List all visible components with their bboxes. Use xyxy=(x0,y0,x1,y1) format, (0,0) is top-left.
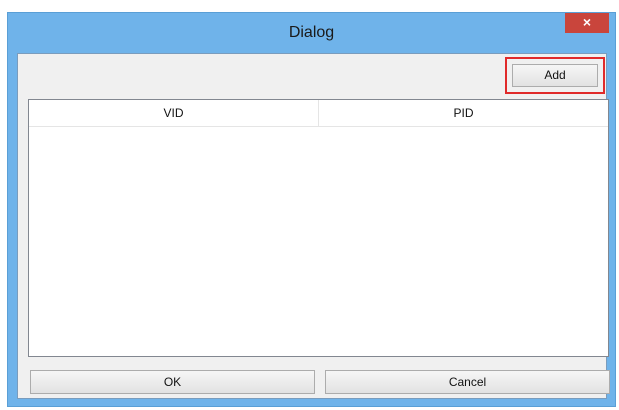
dialog-window: Dialog × Add VID PID OK Cancel xyxy=(7,12,616,407)
add-button[interactable]: Add xyxy=(512,64,598,87)
cancel-button[interactable]: Cancel xyxy=(325,370,610,394)
close-icon: × xyxy=(582,14,592,30)
table-header: VID PID xyxy=(29,100,608,127)
column-header-pid[interactable]: PID xyxy=(318,100,608,126)
close-button[interactable]: × xyxy=(565,13,609,33)
window-title: Dialog xyxy=(288,24,335,41)
vid-pid-table[interactable]: VID PID xyxy=(28,99,609,357)
dialog-client-area: Add VID PID OK Cancel xyxy=(17,53,610,399)
ok-button[interactable]: OK xyxy=(30,370,315,394)
title-bar[interactable]: Dialog × xyxy=(8,13,615,53)
column-header-vid[interactable]: VID xyxy=(29,100,318,126)
